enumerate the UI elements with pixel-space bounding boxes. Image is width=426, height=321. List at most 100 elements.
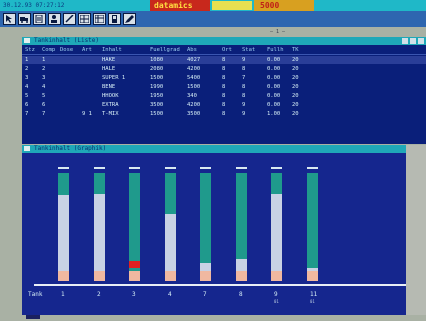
graph-baseline	[34, 284, 406, 286]
table-cell: 1500	[150, 111, 164, 117]
close-icon[interactable]	[418, 38, 424, 44]
tank-bar[interactable]	[236, 173, 247, 281]
table-cell: 0.00	[267, 93, 281, 99]
tank-bar[interactable]	[307, 173, 318, 281]
bar-cap	[307, 167, 318, 169]
table-cell: 2	[25, 66, 29, 72]
table-row[interactable]: 4 4 BENE 1990 1500 8 8 0.00 20	[22, 83, 426, 91]
column-header[interactable]: Dose	[60, 46, 73, 54]
bar-cap	[236, 167, 247, 169]
table-cell: 0.00	[267, 66, 281, 72]
low-level-zone	[58, 271, 69, 281]
tank-bar[interactable]	[129, 173, 140, 281]
table-cell: 1500	[187, 84, 201, 90]
table-cell: 8	[222, 75, 226, 81]
table-cell: 4	[42, 84, 46, 90]
table-cell: 6	[25, 102, 29, 108]
tank-sublabel: 01	[274, 299, 279, 304]
column-header[interactable]: Fuellgrad	[150, 46, 180, 54]
toolbar	[0, 11, 426, 27]
column-header[interactable]: Comp	[42, 46, 55, 54]
column-header[interactable]: Art	[82, 46, 92, 54]
tank-label: 2	[97, 291, 101, 298]
truck-icon[interactable]	[18, 13, 31, 25]
tank-bar[interactable]	[271, 173, 282, 281]
table-cell: 8	[222, 66, 226, 72]
table-cell: 5	[25, 93, 29, 99]
document-icon[interactable]	[33, 13, 46, 25]
brand-logo: datamics	[150, 0, 210, 11]
table-cell: 4027	[187, 57, 201, 63]
table-cell: 1500	[150, 75, 164, 81]
table-cell: 4	[25, 84, 29, 90]
system-menu-icon[interactable]	[24, 146, 30, 151]
table-cell: 20	[292, 84, 299, 90]
tank-label: 7	[203, 291, 207, 298]
tank-bar[interactable]	[58, 173, 69, 281]
pen-icon[interactable]	[63, 13, 76, 25]
table-row[interactable]: 7 7 9 1 T-MIX 1500 3500 8 9 1.00 20	[22, 110, 426, 118]
tank-bar[interactable]	[94, 173, 105, 281]
table-cell: 9	[242, 57, 246, 63]
left-margin	[0, 37, 22, 315]
column-header[interactable]: Stz	[25, 46, 35, 54]
system-menu-icon[interactable]	[24, 38, 30, 43]
column-header[interactable]: TK	[292, 46, 299, 54]
table-cell: 9 1	[82, 111, 92, 117]
low-level-zone	[271, 271, 282, 281]
table-cell: 4200	[187, 66, 201, 72]
table-cell: 1990	[150, 84, 164, 90]
table-cell: 3500	[187, 111, 201, 117]
brand-stripe	[212, 1, 252, 10]
table-cell: 2	[42, 66, 46, 72]
table-cell: 0.00	[267, 102, 281, 108]
table-cell: HAKE	[102, 57, 116, 63]
tank-bar[interactable]	[200, 173, 211, 281]
bar-cap	[165, 167, 176, 169]
separator-strip: — 1 —	[0, 27, 426, 37]
grid-icon[interactable]	[78, 13, 91, 25]
table-cell: 7	[242, 75, 246, 81]
low-level-zone	[236, 271, 247, 281]
tank-list-title: Tankinhalt (Liste)	[34, 37, 100, 44]
table-cell: 20	[292, 111, 299, 117]
table-row[interactable]: 3 3 SUPER 1 1500 5400 8 7 0.00 20	[22, 74, 426, 82]
minimize-icon[interactable]	[402, 38, 408, 44]
edit-icon[interactable]	[123, 13, 136, 25]
column-header[interactable]: Ort	[222, 46, 232, 54]
table-row[interactable]: 2 2 HALE 2080 4200 8 8 0.00 20	[22, 65, 426, 73]
table-row[interactable]: 1 1 HAKE 1080 4027 8 9 0.00 20	[22, 56, 426, 64]
table-cell: 20	[292, 66, 299, 72]
table-cell: 8	[222, 84, 226, 90]
tank-label: 11	[310, 291, 318, 298]
low-level-zone	[307, 271, 318, 281]
user-icon[interactable]	[48, 13, 61, 25]
tank-graph-titlebar[interactable]: Tankinhalt (Graphik)	[22, 145, 406, 153]
table-cell: 8	[242, 93, 246, 99]
low-level-zone	[165, 271, 176, 281]
maximize-icon[interactable]	[410, 38, 416, 44]
task-indicator	[26, 315, 40, 319]
column-header[interactable]: Fullh	[267, 46, 284, 54]
table-cell: 3	[42, 75, 46, 81]
header-divider	[22, 54, 426, 55]
side-panel	[406, 145, 426, 315]
column-header[interactable]: Abs	[187, 46, 197, 54]
table-cell: 1950	[150, 93, 164, 99]
column-header[interactable]: Inhalt	[102, 46, 122, 54]
table-cell: 9	[242, 111, 246, 117]
tank-list-titlebar[interactable]: Tankinhalt (Liste)	[22, 37, 426, 45]
low-level-zone	[94, 271, 105, 281]
column-header[interactable]: Stat	[242, 46, 255, 54]
low-level-zone	[129, 271, 140, 281]
table-cell: 20	[292, 102, 299, 108]
table-icon[interactable]	[93, 13, 106, 25]
table-row[interactable]: 6 6 EXTRA 3500 4200 8 9 0.00 20	[22, 101, 426, 109]
bar-cap	[58, 167, 69, 169]
cursor-icon[interactable]	[3, 13, 16, 25]
table-row[interactable]: 5 5 HHOOK 1950 340 8 8 0.00 20	[22, 92, 426, 100]
table-cell: 3	[25, 75, 29, 81]
tank-bar-fill	[58, 195, 69, 281]
tank-bar[interactable]	[165, 173, 176, 281]
tank-icon[interactable]	[108, 13, 121, 25]
